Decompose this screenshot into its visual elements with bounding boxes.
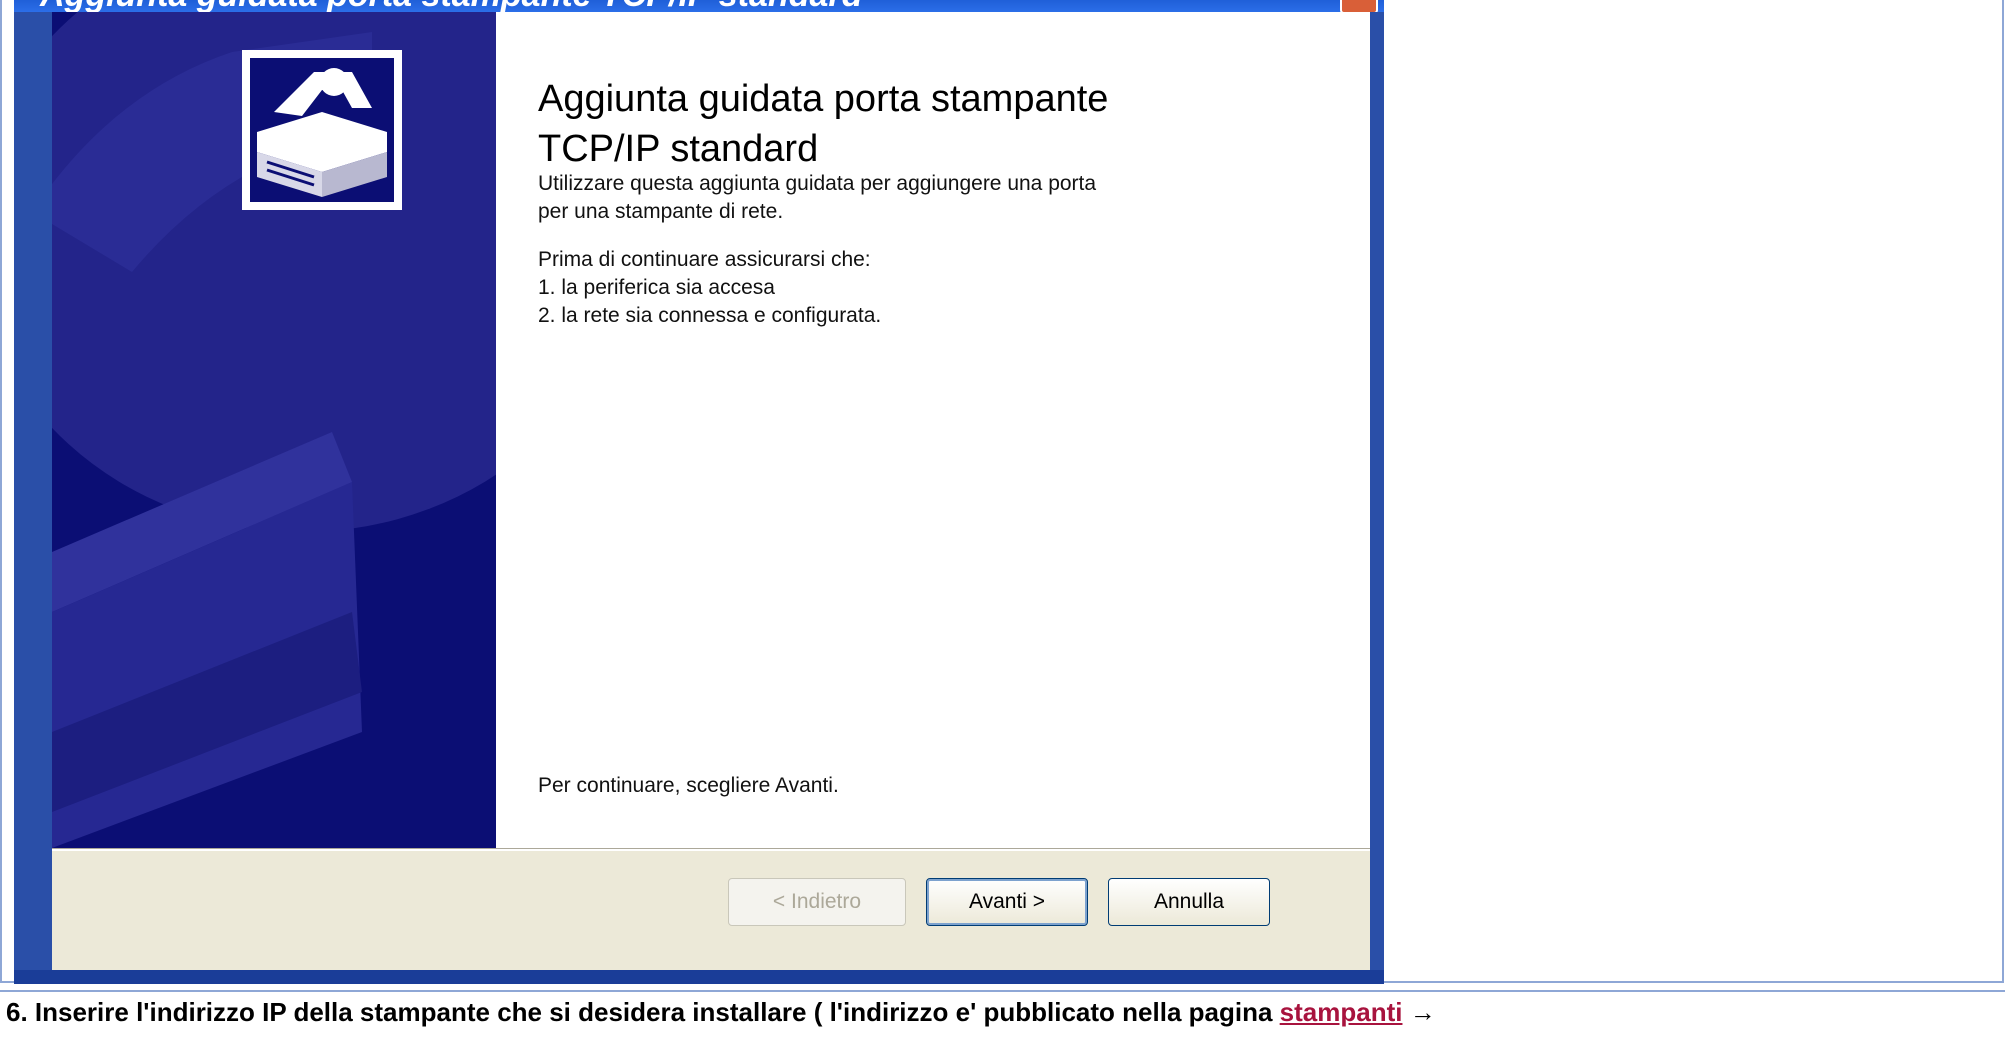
banner-graphic — [52, 12, 496, 848]
prereq-heading: Prima di continuare assicurarsi che: — [538, 248, 871, 271]
window-left-edge — [14, 12, 52, 984]
intro-line2: per una stampante di rete. — [538, 200, 784, 223]
wizard-content: Aggiunta guidata porta stampante TCP/IP s… — [496, 12, 1370, 848]
next-button[interactable]: Avanti > — [926, 878, 1088, 926]
continue-text: Per continuare, scegliere Avanti. — [538, 774, 839, 797]
intro-line1: Utilizzare questa aggiunta guidata per a… — [538, 172, 1097, 195]
instruction-body: 6. Inserire l'indirizzo IP della stampan… — [6, 997, 1280, 1027]
instruction-arrow: → — [1402, 997, 1436, 1027]
title-bar[interactable]: Aggiunta guidata porta stampante TCP/IP … — [14, 0, 1384, 12]
prereq-item-1: 1. la periferica sia accesa — [538, 276, 775, 299]
wizard-heading-line2: TCP/IP standard — [538, 128, 819, 170]
close-button[interactable] — [1340, 0, 1378, 12]
instruction-text: 6. Inserire l'indirizzo IP della stampan… — [0, 990, 2005, 1037]
wizard-banner — [52, 12, 496, 848]
stampanti-link[interactable]: stampanti — [1280, 997, 1403, 1027]
prereq-item-2: 2. la rete sia connessa e configurata. — [538, 304, 882, 327]
window-title: Aggiunta guidata porta stampante TCP/IP … — [40, 0, 862, 12]
wizard-window: Aggiunta guidata porta stampante TCP/IP … — [14, 0, 1384, 984]
button-divider — [52, 848, 1370, 851]
printer-icon — [242, 50, 402, 210]
back-button[interactable]: < Indietro — [728, 878, 906, 926]
cancel-button[interactable]: Annulla — [1108, 878, 1270, 926]
window-bottom-edge — [14, 970, 1384, 984]
prereq-text: Prima di continuare assicurarsi che: 1. l… — [538, 246, 881, 330]
intro-text: Utilizzare questa aggiunta guidata per a… — [538, 170, 1096, 226]
window-right-edge — [1370, 12, 1384, 984]
wizard-heading: Aggiunta guidata porta stampante TCP/IP s… — [538, 74, 1108, 174]
wizard-heading-line1: Aggiunta guidata porta stampante — [538, 78, 1109, 120]
page-frame-left — [0, 0, 2, 983]
